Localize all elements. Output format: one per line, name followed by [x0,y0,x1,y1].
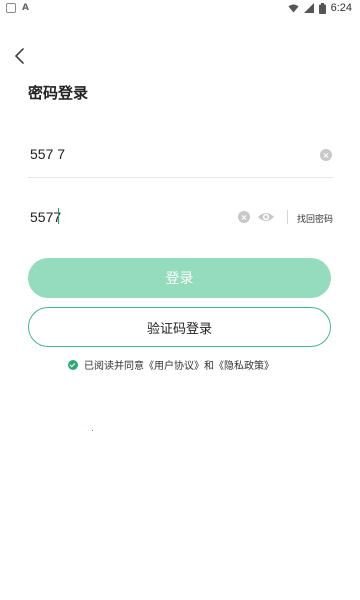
status-left-icons: A [6,3,29,13]
notification-icon [6,3,16,13]
page-title: 密码登录 [28,84,89,102]
login-button-label: 登录 [165,271,194,287]
phone-input[interactable]: 557 7 [30,146,65,162]
battery-icon [318,2,326,14]
code-login-button-label: 验证码登录 [146,321,212,337]
text-cursor [58,208,59,224]
phone-divider [28,177,333,178]
code-login-button[interactable]: 验证码登录 [28,307,331,347]
eye-icon[interactable] [257,210,275,224]
agreement-text: 已阅读并同意《用户协议》和《隐私政策》 [84,357,274,372]
agreement-check-icon[interactable] [68,359,78,370]
stray-dot [92,430,93,431]
password-clear-icon[interactable] [238,211,250,223]
back-button[interactable] [8,44,32,68]
login-button[interactable]: 登录 [28,258,331,298]
signal-icon [303,3,314,13]
agreement-prefix: 已阅读并同意 [84,361,144,372]
user-agreement-link[interactable]: 《用户协议》 [144,361,204,372]
agreement-row: 已阅读并同意《用户协议》和《隐私政策》 [68,357,274,372]
status-right-icons: 6:24 [288,2,352,14]
password-input[interactable]: 5577 [30,209,61,225]
privacy-policy-link[interactable]: 《隐私政策》 [214,361,274,372]
vertical-divider [287,210,288,224]
chevron-left-icon [15,48,24,64]
agreement-and: 和 [204,361,214,372]
clock: 6:24 [330,2,352,14]
status-badge: A [22,3,29,13]
wifi-icon [288,4,299,12]
phone-clear-icon[interactable] [320,149,332,161]
status-bar: A 6:24 [0,0,360,18]
forgot-password-link[interactable]: 找回密码 [297,212,333,225]
